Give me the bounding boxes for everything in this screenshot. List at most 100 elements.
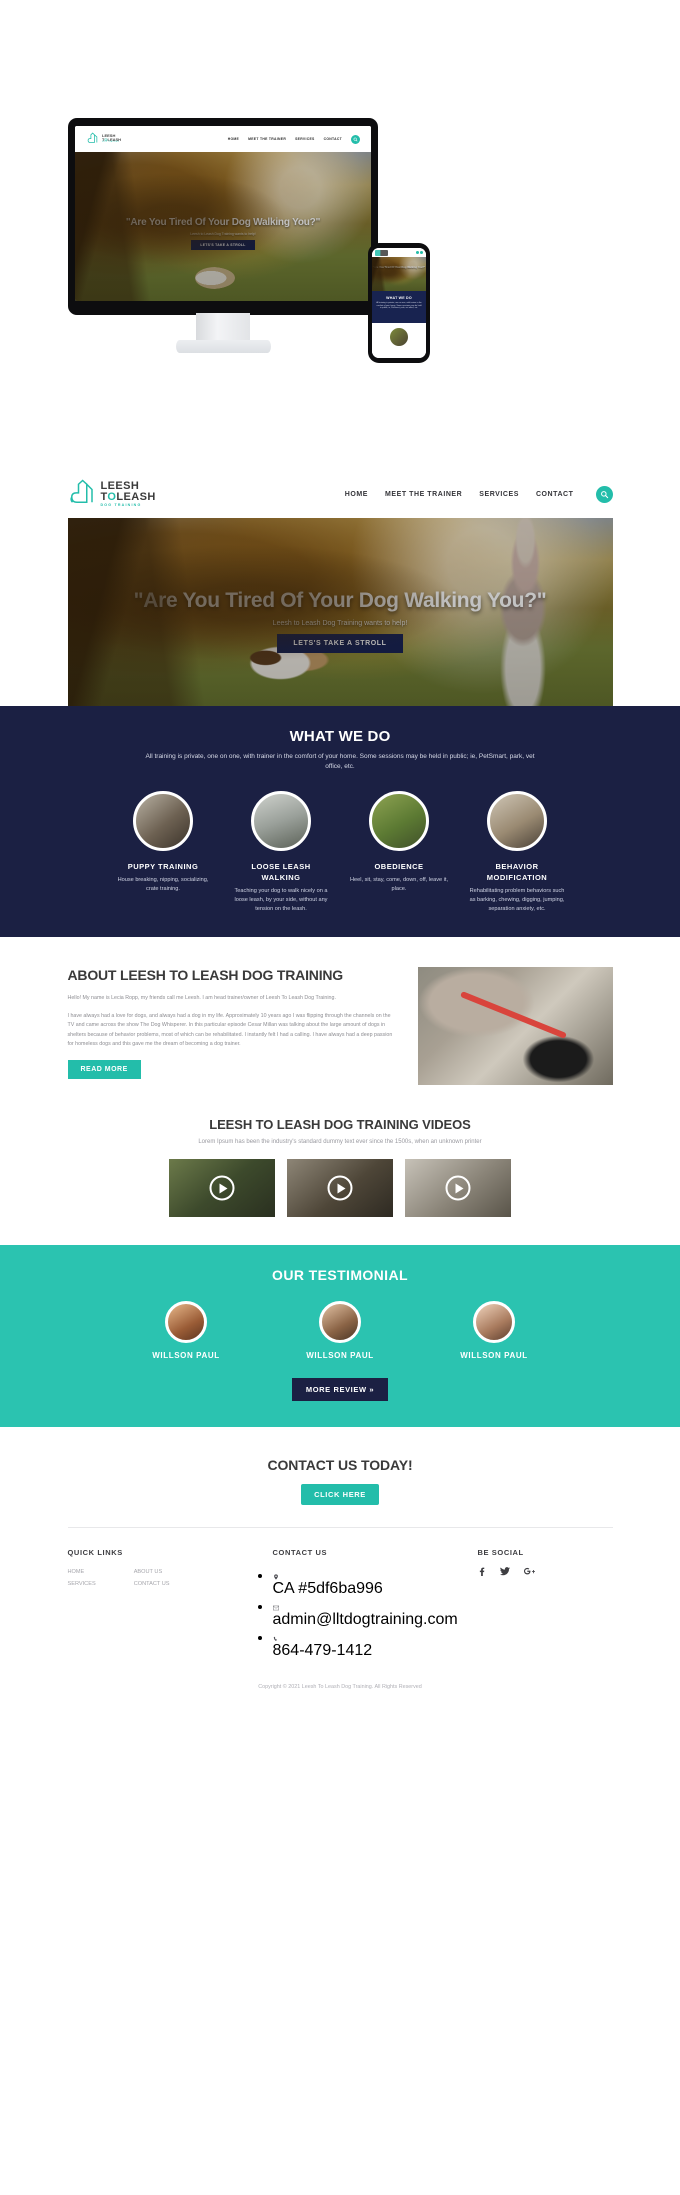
testimonial-item: WILLSON PAUL [444, 1301, 544, 1360]
video-thumbnail[interactable] [169, 1159, 275, 1218]
mockup-hero: "Are You Tired Of Your Dog Walking You?"… [75, 152, 371, 301]
footer-link-home[interactable]: HOME [68, 1567, 96, 1579]
footer-link-contact-us[interactable]: CONTACT US [134, 1579, 170, 1591]
videos-subtitle: Lorem Ipsum has been the industry's stan… [198, 1139, 482, 1146]
service-card-title: BEHAVIOR MODIFICATION [486, 861, 548, 883]
read-more-button[interactable]: READ MORE [67, 1060, 141, 1080]
search-icon [600, 490, 608, 498]
play-icon[interactable] [327, 1175, 353, 1201]
footer-quick-links: QUICK LINKS HOME SERVICES ABOUT US CONTA… [68, 1548, 273, 1660]
mockup-nav-contact: CONTACT [323, 137, 342, 141]
about-title: ABOUT LEESH TO LEASH DOG TRAINING [67, 967, 344, 984]
mobile-phone-mockup: "Are You Tired Of Your Dog Walking You?"… [368, 243, 430, 363]
play-icon[interactable] [209, 1175, 235, 1201]
videos-section: LEESH TO LEASH DOG TRAINING VIDEOS Lorem… [68, 1111, 613, 1245]
contact-cta-section: CONTACT US TODAY! CLICK HERE [68, 1427, 613, 1527]
play-icon[interactable] [445, 1175, 471, 1201]
phone-site-header [372, 248, 426, 257]
footer-link-about-us[interactable]: ABOUT US [134, 1567, 170, 1579]
testimonial-list: WILLSON PAUL WILLSON PAUL WILLSON PAUL [0, 1301, 680, 1360]
service-card-image [251, 790, 311, 851]
service-card[interactable]: PUPPY TRAINING House breaking, nipping, … [113, 790, 213, 913]
site-header: LEESH TOLEASH DOG TRAINING HOME MEET THE… [68, 470, 613, 518]
service-card-title: LOOSE LEASH WALKING [251, 861, 311, 883]
nav-item-contact[interactable]: CONTACT [536, 491, 574, 498]
google-plus-icon[interactable] [523, 1567, 535, 1578]
footer-link-services[interactable]: SERVICES [68, 1579, 96, 1591]
footer-email-text[interactable]: admin@lltdogtraining.com [273, 1611, 458, 1628]
monitor-stand-neck [196, 313, 250, 343]
dog-logo-icon [68, 479, 98, 509]
service-cards: PUPPY TRAINING House breaking, nipping, … [0, 790, 680, 913]
service-card-text: House breaking, nipping, socializing, cr… [117, 877, 209, 892]
copyright-text: Copyright © 2021 Leesh To Leash Dog Trai… [258, 1684, 422, 1691]
about-image [417, 967, 613, 1086]
service-card-text: Teaching your dog to walk nicely on a lo… [234, 888, 328, 912]
mockup-site-header: LEESH TOLEASH DOG TRAINING HOME MEET THE… [75, 126, 371, 152]
search-button[interactable] [595, 485, 613, 503]
nav-item-services[interactable]: SERVICES [479, 491, 519, 498]
phone-hero-heading: "Are You Tired Of Your Dog Walking You?" [372, 266, 426, 269]
what-we-do-section: WHAT WE DO All training is private, one … [0, 706, 680, 938]
hero-cta-button[interactable]: LETS'S TAKE A STROLL [277, 634, 403, 653]
phone-screen: "Are You Tired Of Your Dog Walking You?"… [372, 248, 426, 358]
dog-logo-icon [87, 132, 98, 143]
testimonial-title: OUR TESTIMONIAL [272, 1267, 408, 1284]
testimonial-section: OUR TESTIMONIAL WILLSON PAUL WILLSON PAU… [0, 1245, 680, 1428]
footer-contact-title: CONTACT US [272, 1548, 328, 1558]
testimonial-item: WILLSON PAUL [290, 1301, 390, 1360]
footer-social-title: BE SOCIAL [477, 1548, 524, 1558]
twitter-icon[interactable] [499, 1567, 510, 1578]
video-thumbnails [68, 1159, 613, 1218]
click-here-button[interactable]: CLICK HERE [301, 1484, 379, 1506]
service-card[interactable]: BEHAVIOR MODIFICATION Rehabilitating pro… [467, 790, 567, 913]
phone-what-we-do-title: WHAT WE DO [386, 296, 412, 300]
footer-contact-address: CA #5df6ba996 [273, 1567, 478, 1598]
about-paragraph-1: Hello! My name is Lecia Ropp, my friends… [67, 994, 336, 1001]
footer-phone-text[interactable]: 864-479-1412 [273, 1642, 373, 1659]
mockup-search-icon [351, 134, 360, 144]
what-we-do-lead: All training is private, one on one, wit… [145, 753, 535, 771]
mockup-nav-home: HOME [227, 137, 240, 141]
about-section: ABOUT LEESH TO LEASH DOG TRAINING Hello!… [67, 937, 613, 1111]
video-thumbnail[interactable] [405, 1159, 511, 1218]
footer-be-social: BE SOCIAL [478, 1548, 613, 1660]
phone-what-we-do-lead: All training is private, one on one, wit… [376, 302, 422, 310]
service-card-image [487, 790, 547, 851]
phone-page-body [372, 326, 426, 358]
testimonial-name: WILLSON PAUL [152, 1351, 220, 1361]
site-footer: QUICK LINKS HOME SERVICES ABOUT US CONTA… [68, 1528, 613, 1684]
more-review-button[interactable]: MORE REVIEW » [291, 1378, 389, 1402]
hero-subheading: Leesh to Leash Dog Training wants to hel… [272, 620, 408, 627]
desktop-monitor-mockup: LEESH TOLEASH DOG TRAINING HOME MEET THE… [68, 118, 378, 315]
service-card-title: PUPPY TRAINING [127, 861, 199, 871]
hero-heading: "Are You Tired Of Your Dog Walking You?" [133, 589, 547, 612]
service-card-title: OBEDIENCE [374, 861, 424, 871]
phone-search-icon [415, 251, 419, 254]
device-mockup-banner: LEESH TOLEASH DOG TRAINING HOME MEET THE… [0, 0, 680, 470]
mockup-hero-subheading: Leesh to Leash Dog Training wants to hel… [190, 232, 256, 236]
mockup-hero-heading: "Are You Tired Of Your Dog Walking You?" [125, 217, 321, 228]
website-page: LEESH TOLEASH DOG TRAINING HOME MEET THE… [0, 470, 680, 1710]
mockup-hero-button: LETS'S TAKE A STROLL [191, 240, 255, 250]
video-thumbnail[interactable] [287, 1159, 393, 1218]
cta-title: CONTACT US TODAY! [267, 1457, 413, 1474]
what-we-do-title: WHAT WE DO [289, 728, 391, 745]
nav-item-home[interactable]: HOME [345, 491, 368, 498]
service-card-text: Rehabilitating problem behaviors such as… [469, 888, 565, 912]
avatar [319, 1301, 361, 1344]
footer-address-text: CA #5df6ba996 [272, 1580, 383, 1598]
testimonial-name: WILLSON PAUL [306, 1351, 374, 1361]
main-navigation: HOME MEET THE TRAINER SERVICES CONTACT [345, 485, 613, 503]
service-card[interactable]: OBEDIENCE Heel, sit, stay, come, down, o… [349, 790, 449, 913]
phone-header-icons [415, 251, 423, 254]
service-card[interactable]: LOOSE LEASH WALKING Teaching your dog to… [231, 790, 331, 913]
facebook-icon[interactable] [478, 1567, 486, 1578]
mockup-nav-trainer: MEET THE TRAINER [248, 137, 287, 141]
avatar [473, 1301, 515, 1344]
site-logo[interactable]: LEESH TOLEASH DOG TRAINING [68, 479, 156, 509]
videos-title: LEESH TO LEASH DOG TRAINING VIDEOS [209, 1117, 471, 1133]
logo-line-2: TOLEASH [100, 490, 156, 503]
nav-item-meet-the-trainer[interactable]: MEET THE TRAINER [385, 491, 462, 498]
phone-menu-icon [420, 251, 423, 254]
